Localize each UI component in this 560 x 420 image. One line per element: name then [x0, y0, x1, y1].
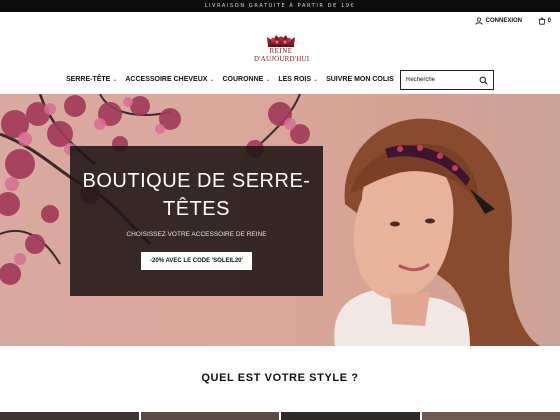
hero-title: BOUTIQUE DE SERRE-TÊTES	[82, 170, 311, 220]
announcement-text: LIVRAISON GRATUITE À PARTIR DE 19€	[204, 3, 356, 9]
cart-icon	[538, 17, 545, 25]
nav-item-les-rois[interactable]: LES ROIS ⌄	[278, 76, 318, 83]
announcement-bar: LIVRAISON GRATUITE À PARTIR DE 19€	[0, 0, 560, 12]
chevron-down-icon: ⌄	[265, 77, 271, 83]
promo-code-button[interactable]: -20% AVEC LE CODE 'SOLEIL20'	[141, 252, 252, 270]
chevron-down-icon: ⌄	[112, 77, 118, 83]
hero-banner: BOUTIQUE DE SERRE-TÊTES CHOISISSEZ VOTRE…	[0, 94, 560, 346]
user-icon	[475, 17, 483, 25]
nav-item-serre-tete[interactable]: SERRE-TÊTE ⌄	[66, 76, 117, 83]
account-link[interactable]: CONNEXION	[475, 17, 522, 25]
main-nav: SERRE-TÊTE ⌄ ACCESSOIRE CHEVEUX ⌄ COURON…	[66, 76, 402, 83]
search-box	[400, 70, 494, 90]
section-title: QUEL EST VOTRE STYLE ?	[201, 372, 359, 384]
chevron-down-icon: ⌄	[313, 77, 319, 83]
nav-item-label: LES ROIS	[278, 76, 312, 83]
account-label: CONNEXION	[485, 18, 522, 24]
hero-overlay-box: BOUTIQUE DE SERRE-TÊTES CHOISISSEZ VOTRE…	[70, 146, 323, 296]
nav-item-label: COURONNE	[222, 76, 264, 83]
style-thumbnail[interactable]	[0, 412, 139, 420]
nav-item-label: ACCESSOIRE CHEVEUX	[125, 76, 208, 83]
chevron-down-icon: ⌄	[209, 77, 215, 83]
logo-text-bottom: D'AUJOURD'HUI	[254, 55, 310, 63]
cart-button[interactable]: 0	[538, 17, 551, 25]
nav-item-label: SUIVRE MON COLIS	[326, 76, 394, 83]
crown-logo-icon	[267, 35, 295, 47]
search-icon[interactable]	[479, 76, 488, 85]
nav-item-accessoire-cheveux[interactable]: ACCESSOIRE CHEVEUX ⌄	[125, 76, 214, 83]
style-thumbnail[interactable]	[140, 412, 279, 420]
style-thumbnail[interactable]	[421, 412, 560, 420]
nav-item-suivre-mon-colis[interactable]: SUIVRE MON COLIS	[326, 76, 394, 83]
site-logo[interactable]: REINE D'AUJOURD'HUI	[254, 32, 310, 63]
cart-count: 0	[547, 18, 551, 24]
nav-item-couronne[interactable]: COURONNE ⌄	[222, 76, 270, 83]
style-thumbnails	[0, 412, 560, 420]
hero-subtitle: CHOISISSEZ VOTRE ACCESSOIRE DE REINE	[126, 231, 267, 238]
site-header: CONNEXION 0 REINE D'AUJOURD'HUI SERRE-TÊ…	[0, 12, 560, 94]
search-input[interactable]	[406, 77, 470, 83]
style-thumbnail[interactable]	[281, 412, 420, 420]
nav-item-label: SERRE-TÊTE	[66, 76, 111, 83]
logo-text-top: REINE	[269, 47, 293, 55]
